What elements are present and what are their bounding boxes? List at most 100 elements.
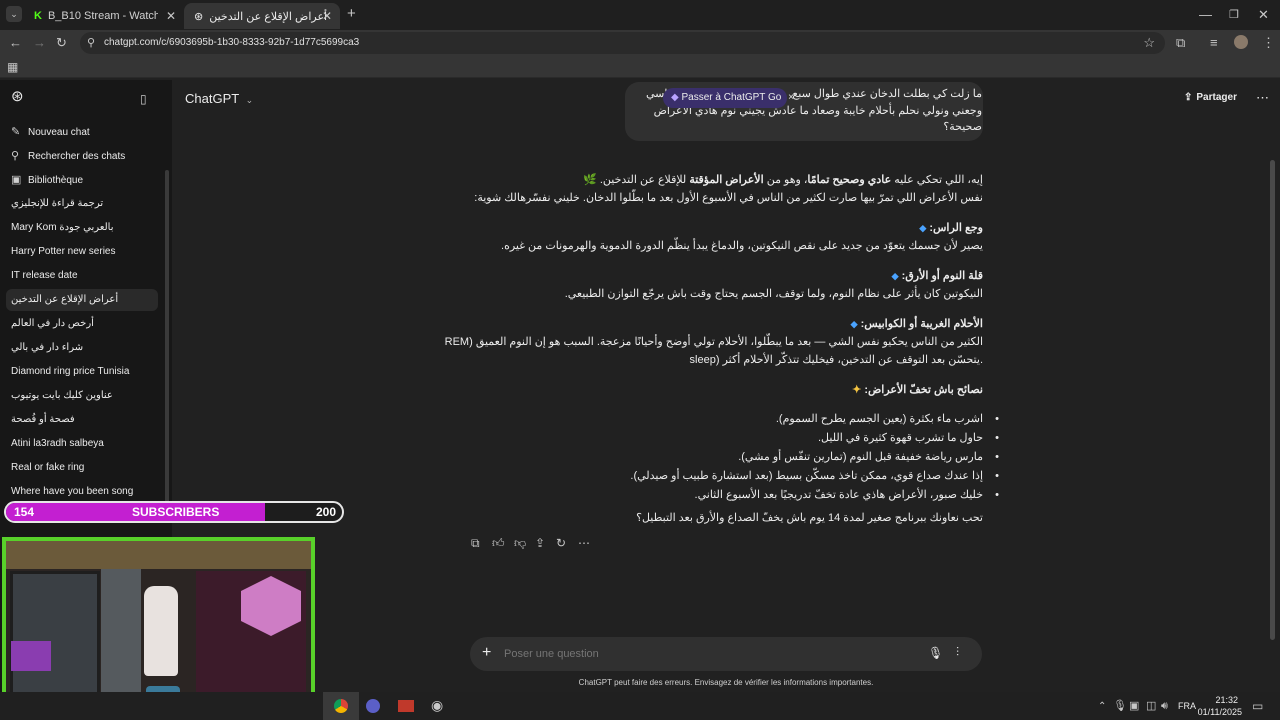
tip-item: اشرب ماء بكثرة (يعين الجسم يطرح السموم). <box>776 410 999 428</box>
thumbs-up-icon[interactable]: 👍︎ <box>492 536 505 550</box>
answer-intro-line: نفس الأعراض اللي تمرّ بيها صارت لكثير من… <box>474 192 983 204</box>
share-button[interactable]: ⇪ Partager <box>1184 92 1237 103</box>
cam-monitor <box>11 641 51 671</box>
address-bar: ← → ↻ ⚲ chatgpt.com/c/6903695b-1b30-8333… <box>0 30 1280 56</box>
volume-icon[interactable]: 🔊︎ <box>1161 699 1168 713</box>
share-response-icon[interactable]: ⇪ <box>535 536 545 550</box>
apps-grid-icon[interactable]: ▦ <box>7 60 18 74</box>
chat-history-item[interactable]: Real or fake ring <box>6 457 158 479</box>
tray-chevron-icon[interactable]: ⌃ <box>1098 700 1106 714</box>
chat-title: Where have you been song <box>11 486 134 497</box>
composer: + 🎙︎ ⫶ <box>470 637 982 671</box>
more-options-icon[interactable]: ⋯ <box>1256 91 1269 105</box>
microphone-icon[interactable]: 🎙︎ <box>928 646 943 660</box>
copy-icon[interactable]: ⧉ <box>471 536 480 550</box>
url-text: chatgpt.com/c/6903695b-1b30-8333-92b7-1d… <box>104 37 360 48</box>
main-scrollbar[interactable] <box>1270 160 1275 640</box>
share-label: Partager <box>1196 92 1237 103</box>
new-chat-label: Nouveau chat <box>28 127 90 138</box>
chat-history-item[interactable]: ترجمة قراءة للإنجليزي <box>6 193 158 215</box>
reload-icon[interactable]: ↻ <box>56 36 67 50</box>
tab-bar: ⌄ K B_B10 Stream - Watch Live on K ✕ ⊛ أ… <box>0 0 1280 30</box>
language-indicator[interactable]: FRA <box>1178 701 1196 711</box>
site-info-icon[interactable]: ⚲ <box>87 36 95 49</box>
new-chat-button[interactable]: ✎ Nouveau chat <box>6 121 158 143</box>
reading-list-icon[interactable]: ≡ <box>1210 36 1218 50</box>
library-button[interactable]: ▣ Bibliothèque <box>6 169 158 191</box>
tab-stream[interactable]: K B_B10 Stream - Watch Live on K ✕ <box>24 3 184 29</box>
tip-item: مارس رياضة خفيفة قبل النوم (تمارين تنفّس… <box>738 448 999 466</box>
chat-history-item[interactable]: شراء دار في بالي <box>6 337 158 359</box>
tab-title: أعراض الإقلاع عن التدخين <box>209 10 328 23</box>
back-icon[interactable]: ← <box>9 36 22 50</box>
chrome-icon <box>334 699 348 713</box>
chat-history-item[interactable]: Diamond ring price Tunisia <box>6 361 158 383</box>
app-icon[interactable] <box>366 699 380 713</box>
chat-history-item[interactable]: Mary Kom بالعربي جودة <box>6 217 158 239</box>
prompt-input[interactable] <box>504 645 884 663</box>
tab-search-icon[interactable]: ⌄ <box>6 6 22 22</box>
taskbar-chrome-button[interactable] <box>323 692 359 720</box>
chat-title: IT release date <box>11 270 78 281</box>
heading-text: قلة النوم أو الأرق: <box>901 270 983 282</box>
chat-history-item[interactable]: Harry Potter new series <box>6 241 158 263</box>
library-label: Bibliothèque <box>28 175 84 186</box>
chat-history-item[interactable]: Atini la3radh salbeya <box>6 433 158 455</box>
menu-icon[interactable]: ⋮ <box>1262 36 1275 50</box>
section-heading: الأحلام الغريبة أو الكوابيس: ◆ <box>851 315 983 333</box>
close-icon[interactable]: × <box>788 92 794 103</box>
subscriber-goal-bar: 154 SUBSCRIBERS 200 <box>4 501 344 523</box>
openai-logo-icon[interactable]: ⊛ <box>11 89 24 104</box>
bookmark-star-icon[interactable]: ☆ <box>1143 35 1155 51</box>
forward-icon[interactable]: → <box>33 36 46 50</box>
model-selector[interactable]: ChatGPT ⌄ <box>185 91 253 106</box>
kick-icon: K <box>34 10 42 22</box>
chat-title: Mary Kom بالعربي جودة <box>11 222 114 233</box>
chat-history-item[interactable]: Where have you been song <box>6 481 158 503</box>
url-field[interactable]: ⚲ chatgpt.com/c/6903695b-1b30-8333-92b7-… <box>80 32 1165 54</box>
regenerate-icon[interactable]: ↻ <box>556 536 566 550</box>
cam-wall-panel <box>101 569 141 706</box>
tab-title: B_B10 Stream - Watch Live on K <box>47 10 158 22</box>
intro-bold: عادي وصحيح تمامًا <box>807 174 892 186</box>
chat-history-item-active[interactable]: أعراض الإقلاع عن التدخين <box>6 289 158 311</box>
sparkles-icon: ✦ <box>852 384 862 396</box>
profile-avatar[interactable] <box>1234 35 1248 49</box>
chat-history-item[interactable]: عناوين كليك بايت يوتيوب <box>6 385 158 407</box>
chat-title: أرخص دار في العالم <box>11 318 94 329</box>
library-icon: ▣ <box>11 174 22 186</box>
section-body: يصير لأن جسمك يتعوّد من جديد على نقص الن… <box>501 240 983 252</box>
clock-time[interactable]: 21:32 <box>1200 695 1238 705</box>
close-icon[interactable]: ✕ <box>166 9 176 23</box>
add-attachment-icon[interactable]: + <box>482 644 491 662</box>
more-actions-icon[interactable]: ⋯ <box>578 536 590 550</box>
chat-history-item[interactable]: فصحة أو فُصحة <box>6 409 158 431</box>
close-icon[interactable]: ✕ <box>322 9 332 23</box>
upgrade-go-badge[interactable]: ◆ Passer à ChatGPT Go × <box>663 88 794 108</box>
sidebar-scrollbar[interactable] <box>165 170 169 520</box>
tab-chatgpt[interactable]: ⊛ أعراض الإقلاع عن التدخين ✕ <box>184 3 340 29</box>
extensions-icon[interactable]: ⧉ <box>1176 36 1185 50</box>
main-panel: ChatGPT ⌄ ⇪ Partager ⋯ ما زلت كي بطلت الد… <box>172 80 1280 720</box>
thumbs-down-icon[interactable]: 👎︎ <box>514 536 526 550</box>
heading-text: وجع الراس: <box>929 222 983 234</box>
clock-date[interactable]: 01/11/2025 <box>1196 707 1242 717</box>
restore-icon[interactable]: ❐ <box>1229 8 1239 22</box>
notifications-icon[interactable]: ▭ <box>1252 699 1263 713</box>
obs-icon[interactable]: ◉ <box>431 698 443 712</box>
sidebar-toggle-icon[interactable]: ▯ <box>140 92 147 106</box>
new-tab-icon[interactable]: + <box>347 6 356 21</box>
network-icon[interactable]: ◫ <box>1146 699 1156 713</box>
chat-title: فصحة أو فُصحة <box>11 414 75 425</box>
go-badge-label: Passer à ChatGPT Go <box>681 92 782 103</box>
model-name: ChatGPT <box>185 91 239 106</box>
search-chats-button[interactable]: ⚲ Rechercher des chats <box>6 145 158 167</box>
voice-mode-icon[interactable]: ⫶ <box>956 645 959 660</box>
app-icon[interactable] <box>398 700 414 712</box>
mic-tray-icon[interactable]: 🎙︎ <box>1113 699 1127 713</box>
window-close-icon[interactable]: ✕ <box>1258 8 1269 22</box>
minimize-icon[interactable]: — <box>1199 8 1212 22</box>
chat-history-item[interactable]: أرخص دار في العالم <box>6 313 158 335</box>
tray-app-icon[interactable]: ▣ <box>1129 699 1139 713</box>
chat-history-item[interactable]: IT release date <box>6 265 158 287</box>
